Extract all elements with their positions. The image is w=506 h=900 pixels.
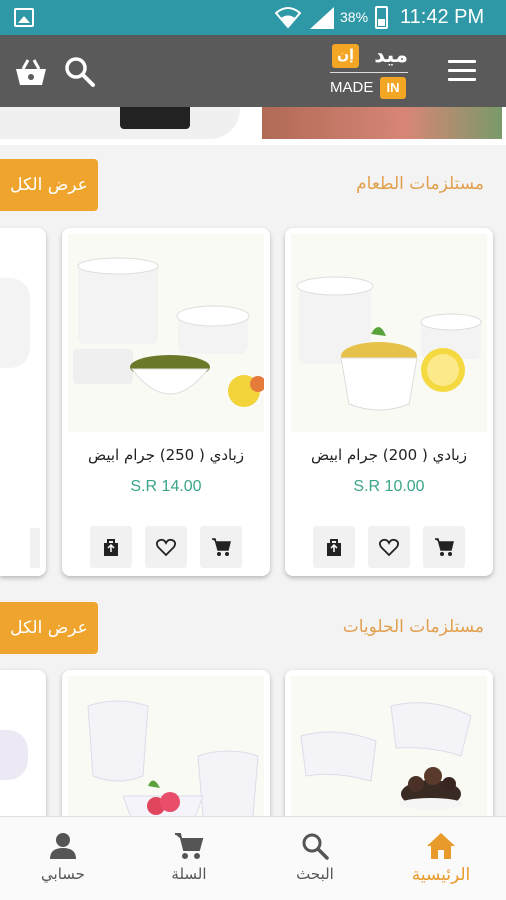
- share-bag-icon: [327, 539, 341, 556]
- nav-label: البحث: [296, 865, 334, 883]
- product-card-partial[interactable]: [0, 228, 46, 576]
- share-button[interactable]: [313, 526, 355, 568]
- cart-icon[interactable]: [14, 57, 48, 87]
- banner-image-left: [0, 107, 240, 139]
- bottom-navigation: حسابي السلة البحث الرئيسية: [0, 816, 506, 900]
- nav-item-home[interactable]: الرئيسية: [378, 817, 504, 900]
- add-to-cart-button[interactable]: [200, 526, 242, 568]
- cart-icon: [175, 833, 204, 859]
- nav-item-search[interactable]: البحث: [252, 817, 378, 900]
- share-bag-icon: [104, 539, 118, 556]
- nav-label: السلة: [171, 865, 207, 883]
- logo-english-box: IN: [380, 77, 406, 99]
- search-icon: [302, 833, 329, 860]
- nav-label: الرئيسية: [411, 865, 471, 885]
- product-card[interactable]: [285, 670, 493, 830]
- nav-item-account[interactable]: حسابي: [0, 817, 126, 900]
- nav-item-cart[interactable]: السلة: [126, 817, 252, 900]
- product-image: [68, 234, 266, 432]
- battery-icon: [375, 6, 388, 29]
- app-bar: إن ميد MADE IN: [0, 35, 506, 107]
- home-icon: [427, 833, 455, 859]
- gallery-notification-icon: [14, 8, 34, 27]
- logo-arabic-box: إن: [332, 44, 359, 68]
- product-price: S.R 14.00: [130, 478, 202, 495]
- product-card[interactable]: زبادي ( 250) جرام ابيض S.R 14.00: [62, 228, 270, 576]
- status-bar: 38% 11:42 PM: [0, 0, 506, 35]
- add-to-cart-button[interactable]: [423, 526, 465, 568]
- app-logo: إن ميد MADE IN: [328, 41, 410, 101]
- product-name: زبادي ( 250) جرام ابيض: [87, 446, 245, 464]
- product-card[interactable]: [62, 670, 270, 830]
- product-price: S.R 10.00: [353, 478, 425, 495]
- logo-divider: [330, 72, 408, 73]
- account-icon: [50, 833, 76, 859]
- wifi-icon: [275, 7, 301, 29]
- product-image: [68, 676, 264, 830]
- view-all-button[interactable]: عرض الكل: [0, 602, 98, 654]
- menu-icon[interactable]: [448, 60, 476, 82]
- clock: 11:42 PM: [400, 6, 485, 28]
- battery-percentage: 38%: [340, 9, 369, 25]
- signal-icon: [310, 7, 334, 29]
- cart-icon: [435, 538, 454, 556]
- heart-icon: [156, 538, 176, 557]
- product-name: زبادي ( 200) جرام ابيض: [310, 446, 468, 464]
- section-title: مستلزمات الطعام: [356, 174, 484, 194]
- product-card[interactable]: زبادي ( 200) جرام ابيض S.R 10.00: [285, 228, 493, 576]
- banner-image-right: [262, 107, 502, 139]
- favorite-button[interactable]: [145, 526, 187, 568]
- product-card-partial[interactable]: [0, 670, 46, 830]
- logo-english-word: MADE: [330, 79, 374, 96]
- favorite-button[interactable]: [368, 526, 410, 568]
- heart-icon: [379, 538, 399, 557]
- logo-arabic-word: ميد: [374, 43, 408, 67]
- section-header-food: عرض الكل مستلزمات الطعام: [0, 159, 506, 213]
- product-image: [291, 234, 487, 432]
- share-button[interactable]: [90, 526, 132, 568]
- cart-icon: [212, 538, 231, 556]
- view-all-button[interactable]: عرض الكل: [0, 159, 98, 211]
- nav-label: حسابي: [41, 865, 85, 883]
- section-header-sweets: عرض الكل مستلزمات الحلويات: [0, 602, 506, 656]
- section-title: مستلزمات الحلويات: [342, 617, 484, 637]
- product-image: [291, 676, 487, 830]
- banner-slider[interactable]: [0, 107, 506, 145]
- search-icon[interactable]: [64, 56, 96, 88]
